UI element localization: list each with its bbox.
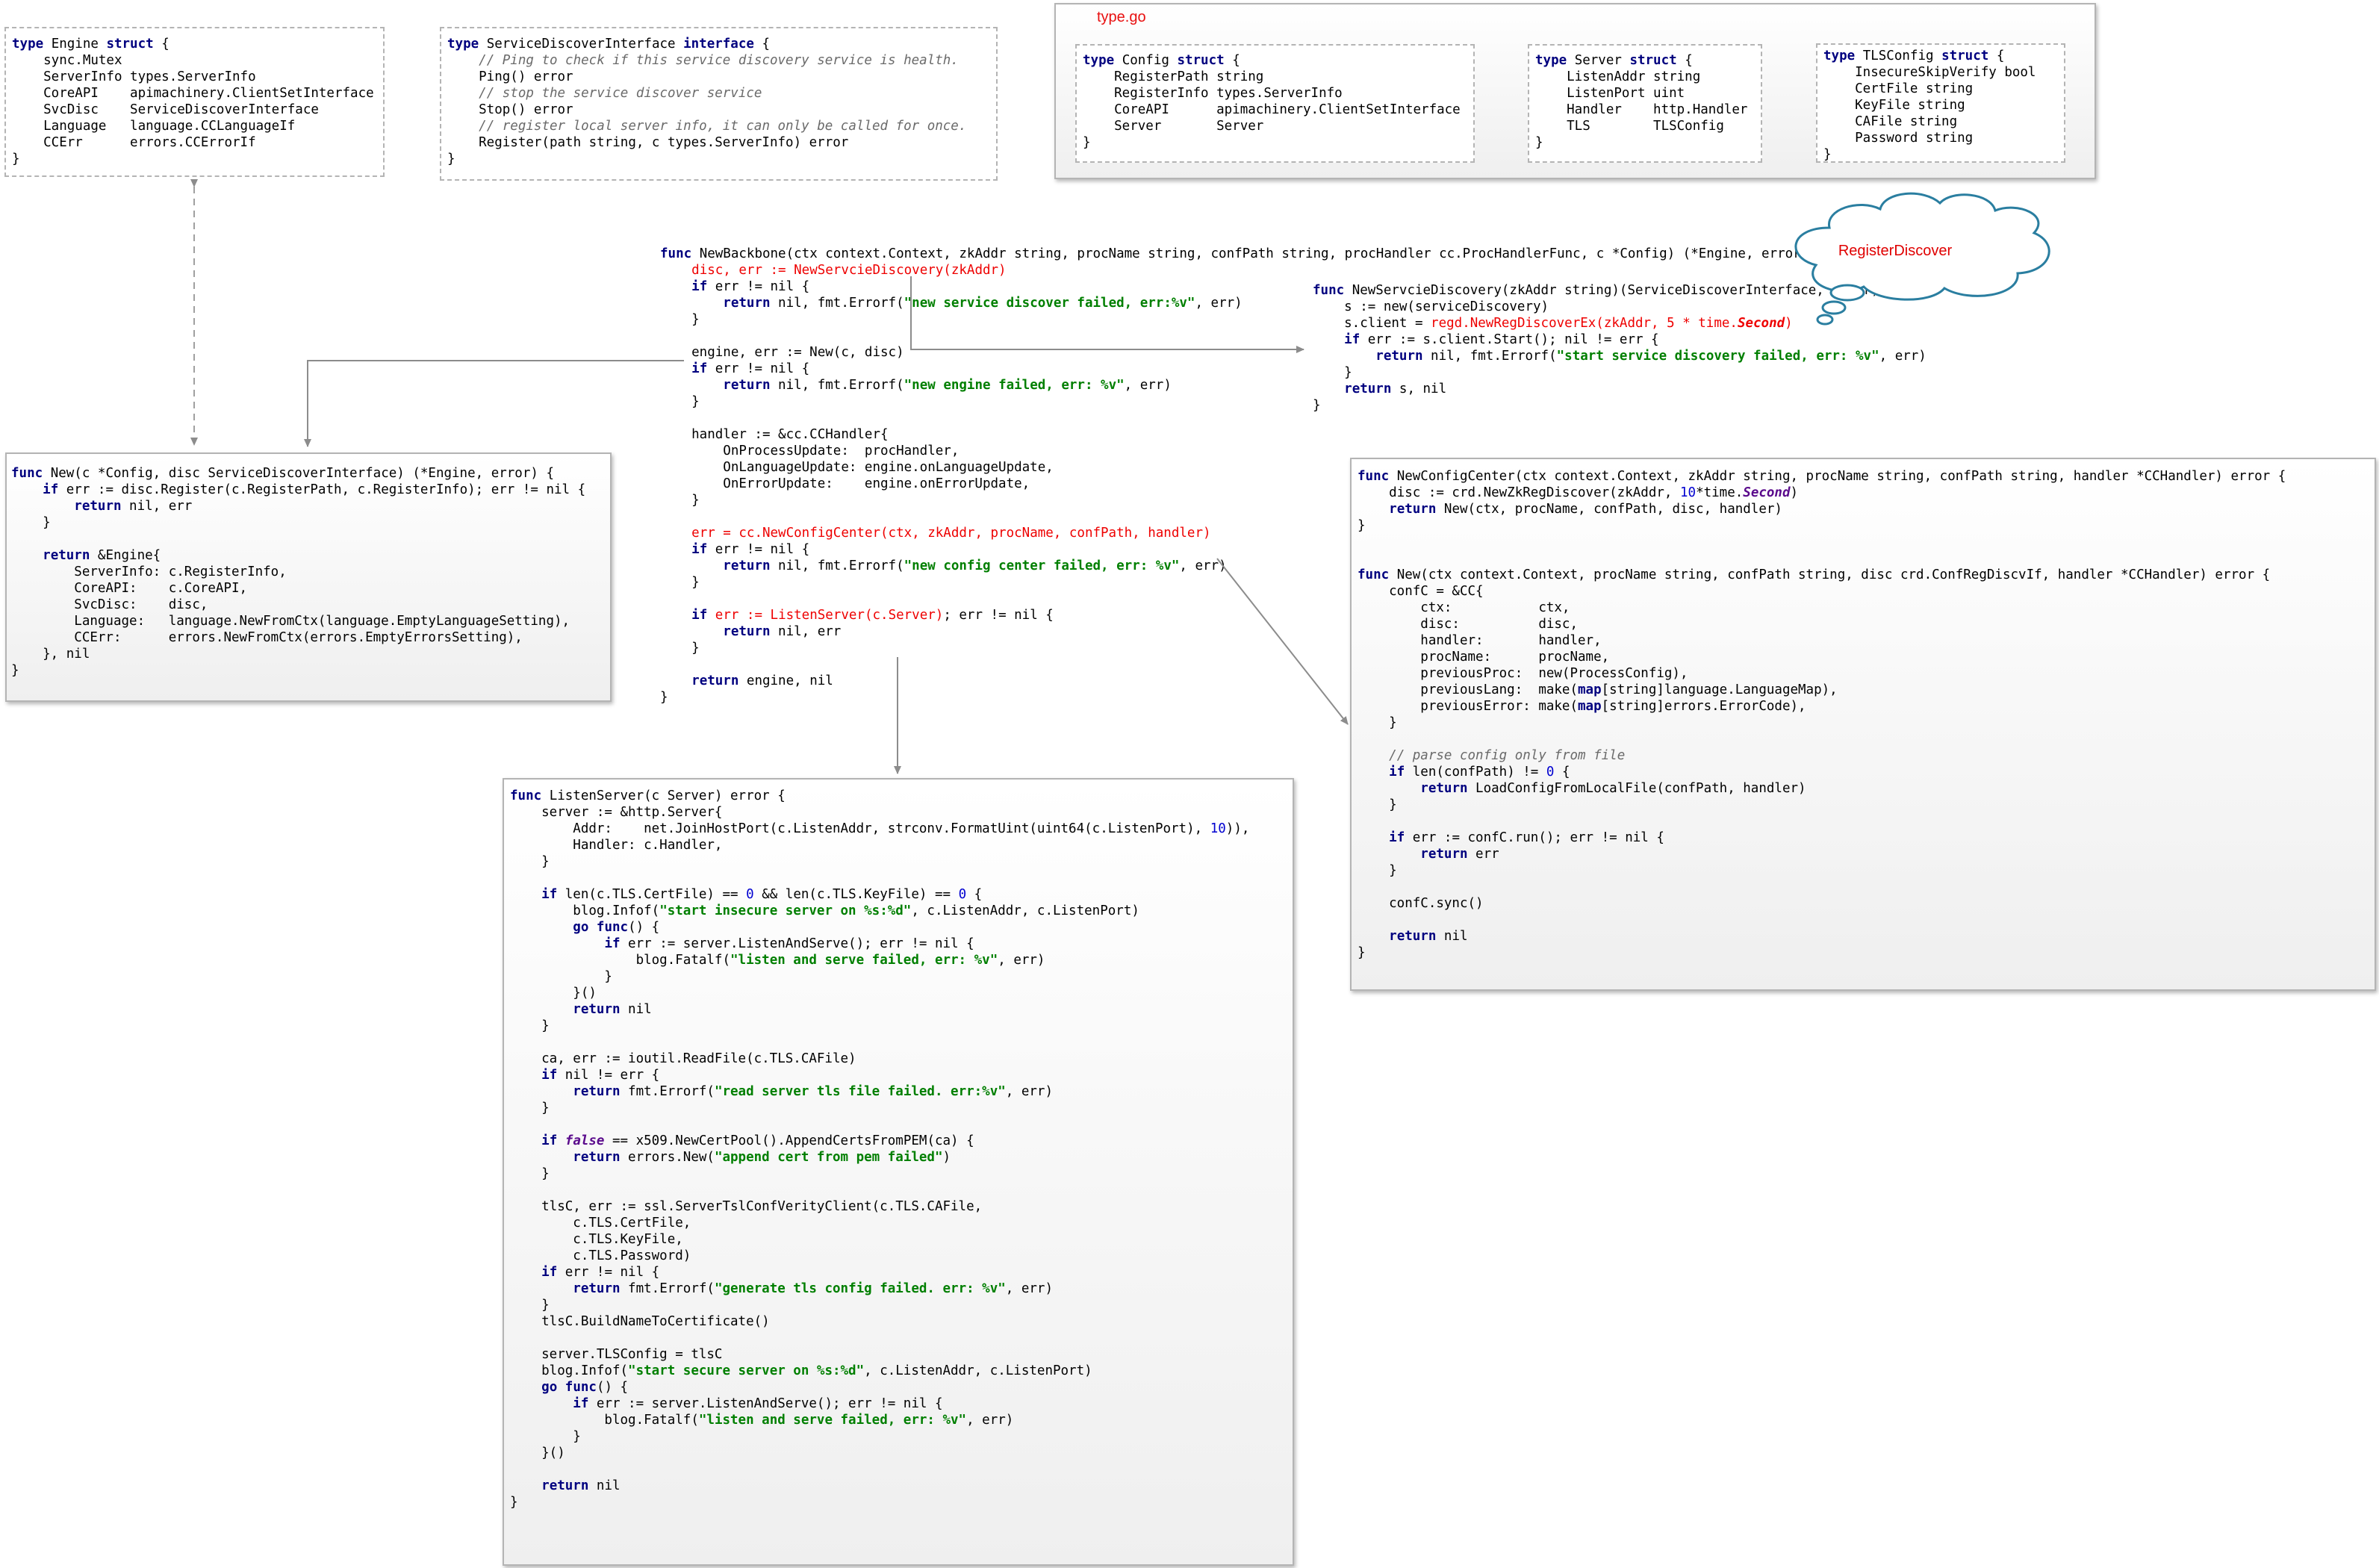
- server-struct-box: type Server struct { ListenAddr string L…: [1528, 44, 1762, 163]
- config-struct-box: type Config struct { RegisterPath string…: [1075, 44, 1475, 163]
- new-engine-code: func New(c *Config, disc ServiceDiscover…: [11, 466, 586, 678]
- new-config-center-box: func NewConfigCenter(ctx context.Context…: [1350, 458, 2376, 991]
- new-config-center-code: func NewConfigCenter(ctx context.Context…: [1358, 469, 2286, 960]
- new-service-discovery-code: func NewServcieDiscovery(zkAddr string)(…: [1313, 283, 1926, 413]
- tlsconfig-struct-box: type TLSConfig struct { InsecureSkipVeri…: [1816, 43, 2065, 163]
- server-struct-code: type Server struct { ListenAddr string L…: [1535, 53, 1748, 150]
- listen-server-box: func ListenServer(c Server) error { serv…: [503, 778, 1294, 1566]
- cloud-label: RegisterDiscover: [1838, 243, 1953, 259]
- config-struct-code: type Config struct { RegisterPath string…: [1083, 53, 1461, 150]
- tlsconfig-struct-code: type TLSConfig struct { InsecureSkipVeri…: [1823, 49, 2036, 162]
- new-engine-call-arrow: [304, 360, 684, 447]
- service-discover-interface-code: type ServiceDiscoverInterface interface …: [447, 37, 967, 167]
- listen-server-code: func ListenServer(c Server) error { serv…: [510, 788, 1250, 1510]
- new-engine-box: func New(c *Config, disc ServiceDiscover…: [5, 452, 612, 702]
- typego-title: type.go: [1097, 9, 1146, 25]
- service-discover-interface-box: type ServiceDiscoverInterface interface …: [440, 27, 998, 181]
- engine-struct-box: type Engine struct { sync.Mutex ServerIn…: [4, 27, 385, 177]
- engine-struct-code: type Engine struct { sync.Mutex ServerIn…: [12, 37, 374, 167]
